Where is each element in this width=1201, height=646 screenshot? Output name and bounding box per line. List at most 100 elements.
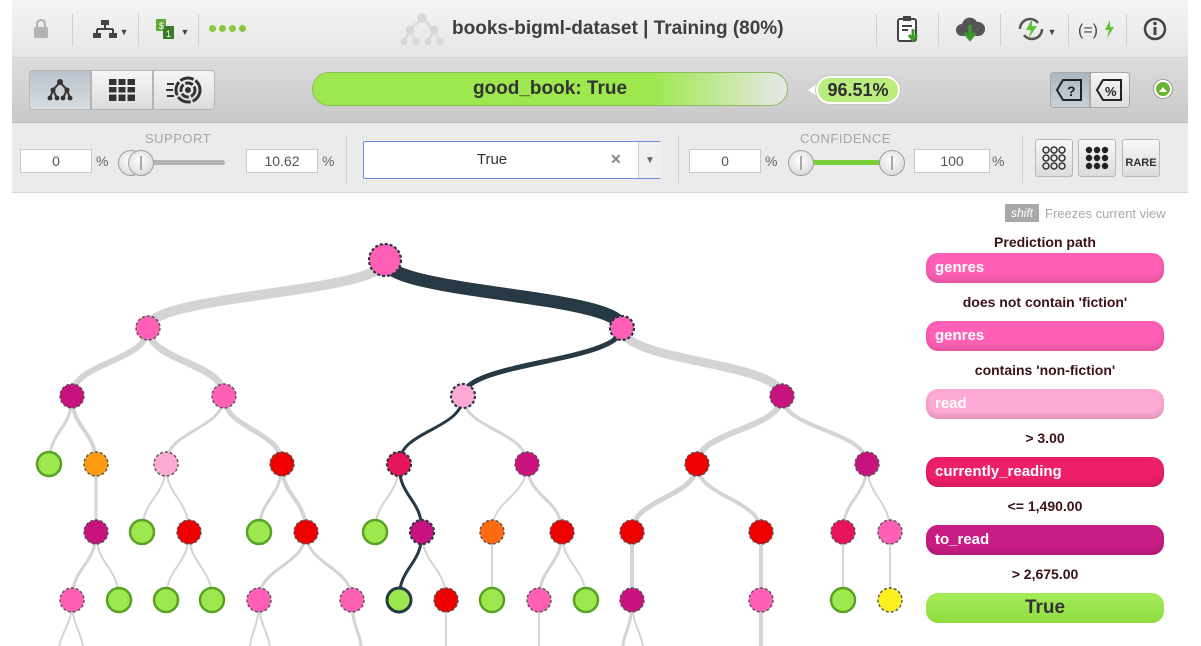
tree-node[interactable] — [269, 451, 295, 477]
tree-node[interactable] — [211, 383, 237, 409]
support-max-input[interactable]: 10.62 — [246, 149, 318, 173]
tree-node[interactable] — [449, 382, 477, 410]
path-step-field[interactable]: currently_reading — [926, 457, 1164, 487]
dot-grid-filled-icon — [1085, 146, 1109, 170]
tree-node[interactable] — [526, 587, 552, 613]
prediction-path-branch — [397, 394, 465, 466]
tree-node[interactable] — [153, 451, 179, 477]
cloud-download-icon[interactable] — [950, 10, 990, 48]
status-dots-icon — [209, 25, 246, 32]
rare-nodes-button[interactable]: RARE — [1122, 139, 1160, 177]
dataset-icon[interactable]: $1 ▼ — [152, 10, 192, 48]
collapse-panel-button[interactable] — [1154, 80, 1172, 98]
tree-node[interactable] — [293, 519, 319, 545]
tree-node[interactable] — [877, 587, 903, 613]
svg-text:(=): (=) — [1078, 22, 1098, 39]
tree-leaf[interactable] — [128, 518, 156, 546]
tree-node[interactable] — [385, 450, 413, 478]
tree-leaf[interactable] — [198, 586, 226, 614]
chevron-down-icon: ▼ — [180, 27, 190, 37]
tree-leaf[interactable] — [478, 586, 506, 614]
percent-mode-button[interactable]: % — [1090, 72, 1130, 108]
tree-node[interactable] — [246, 587, 272, 613]
tree-node[interactable] — [176, 519, 202, 545]
confidence-slider-min-handle[interactable] — [788, 150, 814, 176]
formula-icon[interactable]: (=) — [1076, 10, 1120, 48]
confidence-max-input[interactable]: 100 — [914, 149, 990, 173]
question-mode-button[interactable]: ? — [1050, 72, 1090, 108]
dense-nodes-button[interactable] — [1078, 139, 1116, 177]
support-min-input[interactable]: 0 — [20, 149, 92, 173]
confidence-label: CONFIDENCE — [800, 131, 891, 146]
decision-tree[interactable] — [12, 193, 912, 646]
tree-branch — [694, 393, 785, 467]
tree-leaf[interactable] — [152, 586, 180, 614]
tree-leaf[interactable] — [35, 450, 63, 478]
lightning-actions-icon[interactable]: ▼ — [1012, 10, 1060, 48]
sunburst-view-button[interactable] — [153, 70, 215, 110]
tree-node[interactable] — [549, 519, 575, 545]
tree-node[interactable] — [83, 519, 109, 545]
tree-node[interactable] — [877, 519, 903, 545]
tree-node[interactable] — [479, 519, 505, 545]
tree-node[interactable] — [367, 242, 403, 278]
tree-view-icon — [47, 79, 73, 101]
tree-branch — [221, 393, 285, 467]
tree-node[interactable] — [830, 519, 856, 545]
path-result[interactable]: True — [926, 593, 1164, 623]
clear-selection-icon[interactable]: ✕ — [610, 151, 622, 168]
info-icon[interactable] — [1142, 10, 1168, 48]
tree-leaf[interactable] — [572, 586, 600, 614]
question-mode-icon: ? — [1055, 79, 1082, 101]
tree-branch — [144, 324, 228, 400]
tree-node[interactable] — [854, 451, 880, 477]
tree-node[interactable] — [619, 519, 645, 545]
percent-sign: % — [96, 153, 109, 169]
clipboard-download-icon[interactable] — [890, 10, 926, 48]
table-view-icon — [109, 79, 135, 101]
confidence-slider-range — [802, 160, 890, 165]
tree-node[interactable] — [83, 451, 109, 477]
tree-node[interactable] — [748, 519, 774, 545]
tree-leaf[interactable] — [361, 518, 389, 546]
path-step-field[interactable]: genres — [926, 253, 1164, 283]
tree-node[interactable] — [769, 383, 795, 409]
lock-icon[interactable] — [30, 10, 52, 48]
path-step-field[interactable]: read — [926, 389, 1164, 419]
support-slider-max-handle[interactable] — [128, 150, 154, 176]
top-toolbar: ▼ $1 ▼ books-bigml-dataset | Training (8… — [12, 0, 1188, 58]
chevron-down-icon[interactable]: ▼ — [638, 142, 661, 178]
tree-node[interactable] — [59, 587, 85, 613]
path-step-field[interactable]: to_read — [926, 525, 1164, 555]
tree-leaf[interactable] — [385, 586, 413, 614]
prediction-result-label: good_book: True — [472, 78, 628, 99]
confidence-min-input[interactable]: 0 — [689, 149, 761, 173]
tree-node[interactable] — [135, 315, 161, 341]
tree-leaf[interactable] — [105, 586, 133, 614]
path-step-field[interactable]: genres — [926, 321, 1164, 351]
tree-node[interactable] — [59, 383, 85, 409]
sparse-nodes-button[interactable] — [1035, 139, 1073, 177]
tree-branch — [143, 255, 390, 333]
table-view-button[interactable] — [91, 70, 153, 110]
tree-node[interactable] — [514, 451, 540, 477]
tree-node[interactable] — [408, 518, 436, 546]
svg-text:1: 1 — [166, 29, 171, 39]
model-title: books-bigml-dataset | Training (80%) — [452, 18, 784, 39]
tree-node[interactable] — [339, 587, 365, 613]
tree-leaf[interactable] — [829, 586, 857, 614]
tree-node[interactable] — [684, 451, 710, 477]
shift-key-badge: shift — [1005, 204, 1040, 222]
view-switcher — [29, 70, 215, 110]
tree-leaf[interactable] — [245, 518, 273, 546]
tree-node[interactable] — [608, 314, 636, 342]
confidence-slider-max-handle[interactable] — [879, 150, 905, 176]
tree-node[interactable] — [748, 587, 774, 613]
path-step-condition: > 3.00 — [1025, 430, 1065, 446]
tree-structure-icon[interactable]: ▼ — [88, 10, 132, 48]
class-select[interactable]: True ✕ ▼ — [363, 141, 661, 179]
filter-bar: SUPPORT 0 % 10.62 % True ✕ ▼ CONFIDENCE … — [12, 123, 1188, 193]
tree-node[interactable] — [433, 587, 459, 613]
tree-node[interactable] — [619, 587, 645, 613]
tree-view-button[interactable] — [29, 70, 91, 110]
